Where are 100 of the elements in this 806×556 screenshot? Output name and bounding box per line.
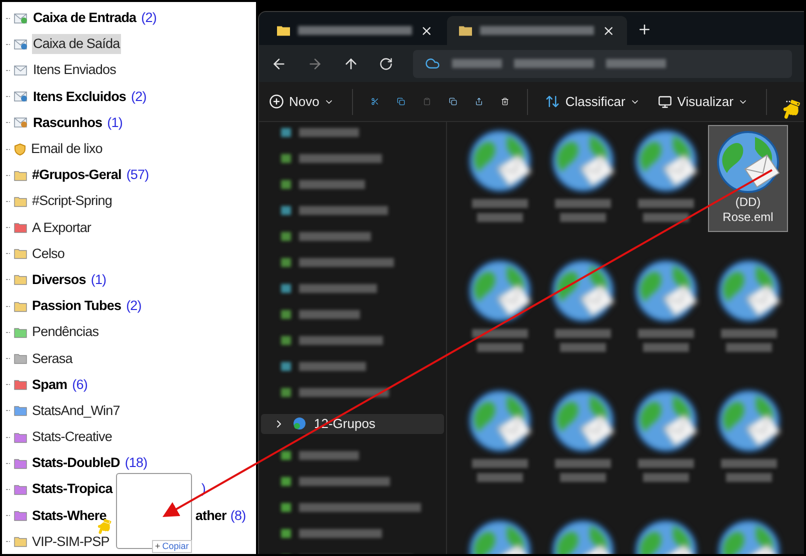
envelope-icon xyxy=(14,64,28,76)
blurred-text xyxy=(477,213,523,222)
blurred-text xyxy=(299,450,359,460)
outbox-icon xyxy=(14,38,28,50)
folder-icon xyxy=(459,25,472,36)
blurred-text xyxy=(281,450,291,460)
blurred-text xyxy=(477,343,523,352)
new-button[interactable]: Novo xyxy=(269,92,334,112)
folder-item[interactable]: A Exportar xyxy=(31,218,92,238)
blurred-text xyxy=(281,232,291,241)
copy-badge: + Copiar xyxy=(152,540,192,553)
unread-count: (8) xyxy=(230,506,246,525)
blurred-text xyxy=(643,343,689,352)
file-item[interactable]: (DD) Rose.eml xyxy=(708,125,788,232)
folder-item[interactable]: Rascunhos xyxy=(32,112,104,133)
address-bar[interactable] xyxy=(413,50,792,78)
blurred-text xyxy=(721,329,777,338)
refresh-icon[interactable] xyxy=(379,56,393,70)
blurred-globe-icon xyxy=(550,388,616,454)
blurred-text xyxy=(281,258,291,267)
blurred-text xyxy=(638,199,694,208)
folder-item[interactable]: Pendências xyxy=(31,322,100,342)
sort-button[interactable]: Classificar xyxy=(545,92,640,112)
blurred-text xyxy=(281,154,291,163)
blurred-text xyxy=(555,199,611,208)
monitor-icon xyxy=(658,94,672,108)
unread-count: (1) xyxy=(90,270,106,289)
folder-item[interactable]: Caixa de Saída xyxy=(32,34,121,54)
tab[interactable] xyxy=(447,16,627,45)
blurred-text xyxy=(472,459,528,468)
blurred-text xyxy=(299,232,371,241)
back-icon[interactable] xyxy=(271,56,287,72)
new-tab-icon[interactable] xyxy=(637,22,652,37)
blurred-text xyxy=(299,128,359,137)
folder-item[interactable]: Itens Enviados xyxy=(32,60,117,80)
blurred-text xyxy=(560,213,606,222)
blurred-globe-icon xyxy=(467,128,533,194)
plus-circle-icon xyxy=(269,94,284,109)
folder-item[interactable]: Email de lixo xyxy=(30,139,104,160)
sort-icon xyxy=(545,94,560,109)
unread-count: (6) xyxy=(72,376,88,394)
blurred-text xyxy=(606,59,666,68)
unread-count: (2) xyxy=(131,88,146,106)
forward-icon[interactable] xyxy=(307,56,323,72)
globe-envelope-icon xyxy=(715,129,781,195)
blurred-text xyxy=(555,329,611,338)
up-icon[interactable] xyxy=(343,56,359,72)
folder-item[interactable]: Passion Tubes xyxy=(31,296,122,316)
blurred-text xyxy=(726,343,772,352)
blurred-globe-icon xyxy=(467,258,533,324)
unread-count: (18) xyxy=(124,454,148,472)
unread-count: (2) xyxy=(141,8,156,27)
inbox-icon xyxy=(14,12,28,24)
blurred-text xyxy=(299,180,365,189)
blurred-text xyxy=(281,284,291,293)
blurred-text xyxy=(281,502,291,512)
blurred-globe-icon xyxy=(550,258,616,324)
blurred-globe-icon xyxy=(633,128,699,194)
blurred-text xyxy=(299,310,360,319)
blurred-text xyxy=(726,473,772,482)
folder-item[interactable]: #Script-Spring xyxy=(31,191,113,212)
unread-count: (57) xyxy=(126,166,149,184)
folder-item[interactable]: Caixa de Entrada xyxy=(32,8,138,28)
blurred-text xyxy=(281,388,291,397)
blurred-text xyxy=(281,336,291,345)
blurred-text xyxy=(281,528,291,538)
blurred-globe-icon xyxy=(716,258,782,324)
folder-item[interactable]: Celso xyxy=(31,244,66,264)
folder-icon xyxy=(277,25,290,36)
folder-item[interactable]: Stats-Where xyxy=(31,506,108,526)
blurred-text xyxy=(281,476,291,486)
blurred-globe-icon xyxy=(633,388,699,454)
folder-item[interactable]: Stats-Creative xyxy=(31,427,113,448)
blurred-text xyxy=(638,329,694,338)
blurred-text xyxy=(299,362,366,371)
folder-item[interactable]: Serasa xyxy=(31,348,74,369)
folder-item[interactable]: #Grupos-Geral xyxy=(31,165,122,186)
folder-item[interactable]: Itens Excluidos xyxy=(32,86,128,107)
unread-count: (1) xyxy=(107,114,122,132)
pencil-envelope-icon xyxy=(14,117,28,128)
folder-item[interactable]: Spam xyxy=(31,374,68,395)
blurred-text xyxy=(643,473,689,482)
blurred-text xyxy=(452,59,502,68)
folder-item[interactable]: Stats-DoubleD xyxy=(31,453,121,474)
blurred-text xyxy=(643,213,689,222)
blurred-text xyxy=(281,128,291,137)
folder-item[interactable]: Stats-Tropica xyxy=(31,479,114,500)
trash-icon xyxy=(14,91,28,102)
blurred-text xyxy=(472,329,528,338)
blurred-globe-icon xyxy=(716,388,782,454)
globe-icon xyxy=(293,417,306,430)
folder-item[interactable]: Diversos xyxy=(31,270,87,290)
view-button[interactable]: Visualizar xyxy=(658,92,748,112)
folder-item[interactable]: VIP-SIM-PSP xyxy=(31,532,110,552)
blurred-globe-icon xyxy=(633,258,699,324)
unread-count: (2) xyxy=(126,297,142,316)
blurred-text xyxy=(560,473,606,482)
folder-name-end: ather xyxy=(195,506,226,525)
blurred-text xyxy=(555,459,611,468)
folder-item[interactable]: StatsAnd_Win7 xyxy=(31,400,121,421)
